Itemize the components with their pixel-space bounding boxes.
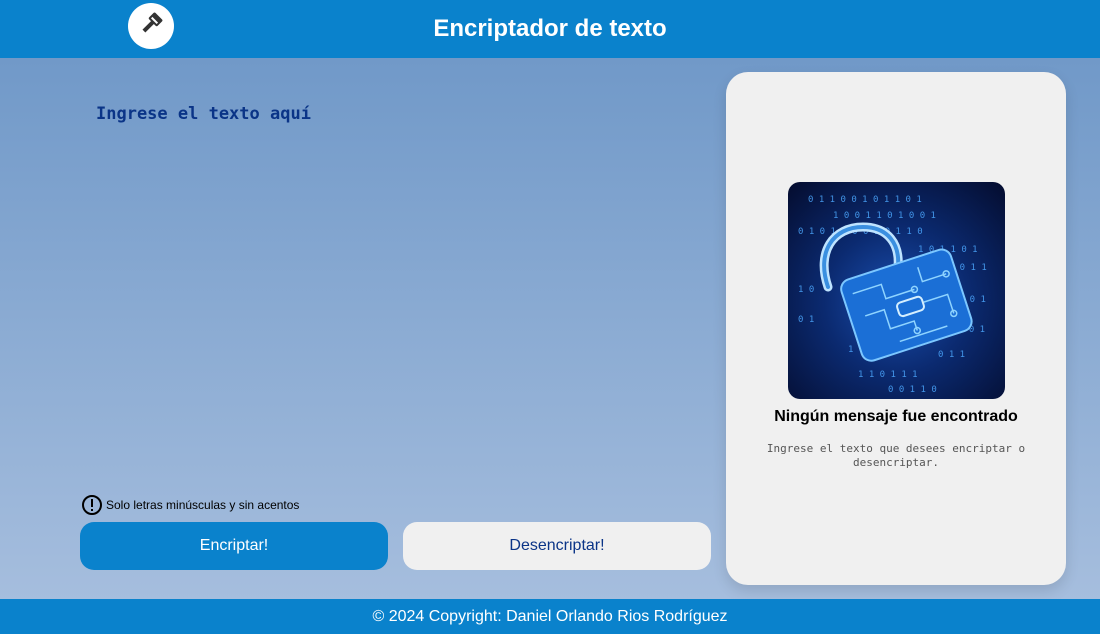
svg-text:1 1 0 1 1 1: 1 1 0 1 1 1 [858,370,918,380]
logo[interactable] [128,3,174,49]
output-panel: 0 1 1 0 0 1 0 1 1 0 1 1 0 0 1 1 0 1 0 0 … [726,72,1066,585]
output-description: Ingrese el texto que desees encriptar o … [766,442,1026,469]
key-icon [136,9,166,44]
page-title: Encriptador de texto [433,15,667,42]
svg-text:1 0 0 1 1 0 1 0 0 1: 1 0 0 1 1 0 1 0 0 1 [833,211,936,221]
svg-text:0 1: 0 1 [798,315,814,325]
input-hint: Solo letras minúsculas y sin acentos [81,494,299,516]
exclamation-circle-icon [81,494,103,516]
svg-text:0 1 1 0 0 1 0 1 1 0 1: 0 1 1 0 0 1 0 1 1 0 1 [808,195,922,205]
footer: © 2024 Copyright: Daniel Orlando Rios Ro… [0,599,1100,634]
svg-text:1 0: 1 0 [798,285,814,295]
copyright-text: © 2024 Copyright: Daniel Orlando Rios Ro… [372,607,728,625]
encrypt-button[interactable]: Encriptar! [80,522,388,570]
hint-text: Solo letras minúsculas y sin acentos [106,498,300,512]
decrypt-button[interactable]: Desencriptar! [403,522,711,570]
output-title: Ningún mensaje fue encontrado [774,408,1018,425]
header-bar: Encriptador de texto [0,0,1100,58]
text-input[interactable] [80,92,700,482]
svg-text:0 0 1 1 0: 0 0 1 1 0 [888,385,937,395]
padlock-binary-icon: 0 1 1 0 0 1 0 1 1 0 1 1 0 0 1 1 0 1 0 0 … [788,182,1005,399]
svg-text:0 1 1: 0 1 1 [938,350,965,360]
